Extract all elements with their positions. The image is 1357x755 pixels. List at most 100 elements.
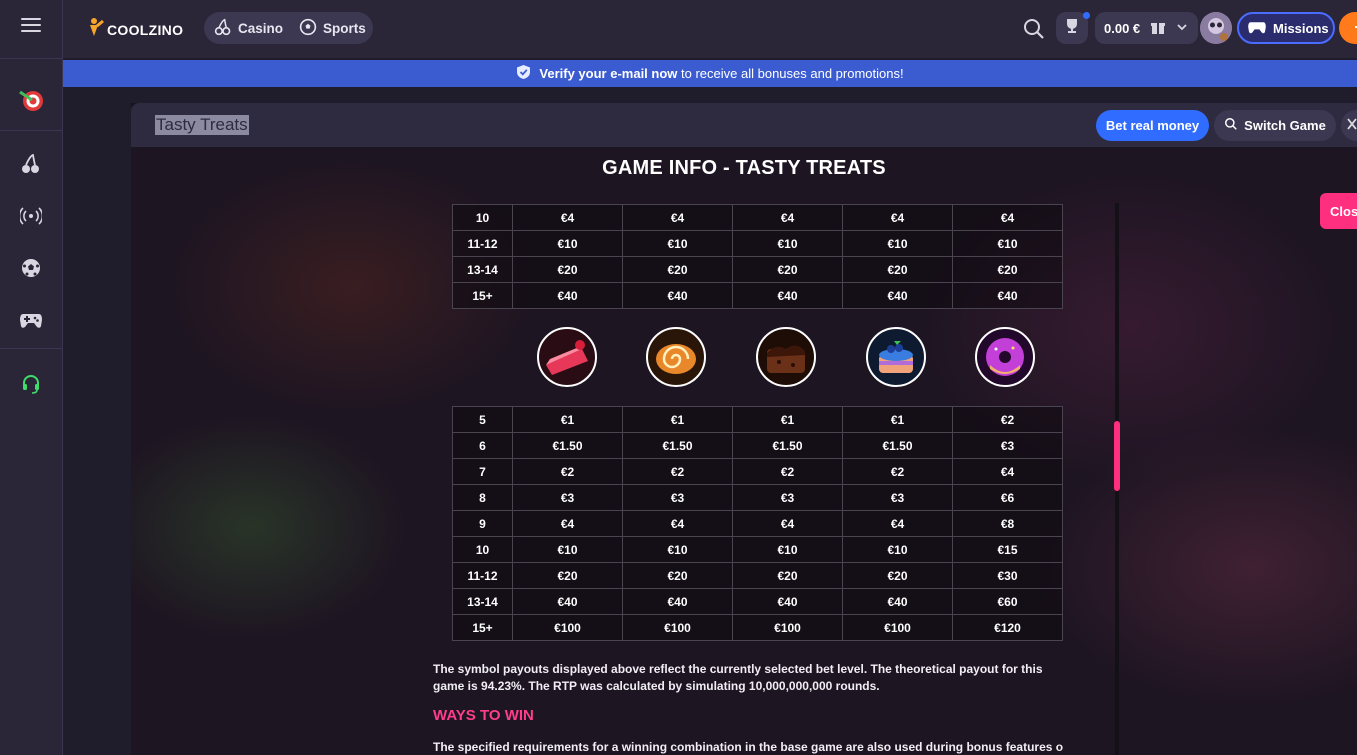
payout-cell: €4 xyxy=(732,204,843,231)
table-row: 11-12 €10 €10 €10 €10 €10 xyxy=(452,230,1063,257)
payout-cell: €20 xyxy=(732,256,843,283)
sidebar-divider xyxy=(0,348,63,349)
payout-cell: €10 xyxy=(732,230,843,257)
payout-cell: €3 xyxy=(732,484,843,511)
paytable-low: 5 €1 €1 €1 €1 €2 6 €1.50 €1.50 €1.50 €1.50 €3 7 €2 €2 €… xyxy=(452,406,1063,641)
soccer-ball-icon xyxy=(299,18,317,39)
payout-cell: €4 xyxy=(732,510,843,537)
verify-link[interactable]: Verify your e-mail now xyxy=(539,66,677,81)
payout-cell: €1.50 xyxy=(732,432,843,459)
payout-cell: €4 xyxy=(952,458,1063,485)
top-bar: COOLZINO Casino Sports 0.00 € Missions xyxy=(63,0,1357,58)
live-broadcast-icon[interactable] xyxy=(16,201,46,231)
blueberry-cake-icon xyxy=(865,327,926,387)
promotions-target-icon[interactable] xyxy=(16,85,46,115)
payout-cell: €2 xyxy=(842,458,953,485)
search-icon xyxy=(1224,117,1238,134)
payout-cell: €40 xyxy=(622,588,733,615)
support-headset-icon[interactable] xyxy=(16,369,46,399)
payout-cell: €4 xyxy=(622,204,733,231)
payout-cell: €20 xyxy=(842,256,953,283)
game-panel: Tasty Treats Bet real money Switch Game … xyxy=(131,103,1357,755)
nav-sports[interactable]: Sports xyxy=(299,18,366,39)
game-title: Tasty Treats xyxy=(155,115,249,135)
payout-cell: €40 xyxy=(842,282,953,309)
payout-cell: €4 xyxy=(842,510,953,537)
payout-cell: €20 xyxy=(512,562,623,589)
balance-amount: 0.00 € xyxy=(1104,20,1141,36)
close-info-button[interactable]: Clos xyxy=(1320,193,1357,229)
payout-cell: €2 xyxy=(622,458,733,485)
payout-cell: €40 xyxy=(842,588,953,615)
switch-game-button[interactable]: Switch Game xyxy=(1214,110,1336,141)
notification-dot xyxy=(1083,12,1090,19)
symbol-count-cell: 7 xyxy=(452,458,513,485)
payout-cell: €20 xyxy=(512,256,623,283)
payout-cell: €1.50 xyxy=(842,432,953,459)
game-info-heading: GAME INFO - TASTY TREATS xyxy=(602,157,886,179)
payout-cell: €4 xyxy=(512,510,623,537)
balance-button[interactable]: 0.00 € xyxy=(1095,12,1198,44)
payout-cell: €60 xyxy=(952,588,1063,615)
game-toolbar: Tasty Treats Bet real money Switch Game xyxy=(131,103,1357,147)
table-row: 13-14 €40 €40 €40 €40 €60 xyxy=(452,588,1063,615)
payout-cell: €2 xyxy=(732,458,843,485)
payout-cell: €40 xyxy=(512,588,623,615)
paytable-high: 10 €4 €4 €4 €4 €4 11-12 €10 €10 €10 €10 €10 13-14 €20… xyxy=(452,204,1063,309)
payout-cell: €1.50 xyxy=(512,432,623,459)
symbol-count-cell: 8 xyxy=(452,484,513,511)
brownie-icon xyxy=(755,327,816,387)
payout-cell: €40 xyxy=(732,588,843,615)
brand-logo[interactable]: COOLZINO xyxy=(87,17,183,42)
symbol-count-cell: 10 xyxy=(452,536,513,563)
payout-cell: €10 xyxy=(622,536,733,563)
bet-real-money-button[interactable]: Bet real money xyxy=(1096,110,1209,141)
verify-email-banner[interactable]: Verify your e-mail now to receive all bo… xyxy=(63,60,1357,87)
table-row: 13-14 €20 €20 €20 €20 €20 xyxy=(452,256,1063,283)
gift-icon xyxy=(1150,19,1166,38)
payout-cell: €6 xyxy=(952,484,1063,511)
symbol-count-cell: 11-12 xyxy=(452,562,513,589)
games-controller-icon[interactable] xyxy=(16,305,46,335)
cinnamon-roll-icon xyxy=(646,327,707,387)
missions-button[interactable]: Missions xyxy=(1237,12,1335,44)
cake-slice-icon xyxy=(536,327,597,387)
payout-cell: €1 xyxy=(842,406,953,433)
sidebar-divider xyxy=(0,130,63,131)
payout-cell: €30 xyxy=(952,562,1063,589)
symbol-count-cell: 13-14 xyxy=(452,256,513,283)
table-row: 6 €1.50 €1.50 €1.50 €1.50 €3 xyxy=(452,432,1063,459)
close-game-button[interactable] xyxy=(1341,110,1357,141)
payout-cell: €10 xyxy=(512,230,623,257)
search-icon[interactable] xyxy=(1022,17,1046,41)
nav-sports-label: Sports xyxy=(323,20,366,36)
payout-cell: €10 xyxy=(512,536,623,563)
payout-cell: €1 xyxy=(732,406,843,433)
ways-to-win-text: The specified requirements for a winning… xyxy=(433,740,1063,754)
nav-casino-label: Casino xyxy=(238,20,284,36)
payout-cell: €4 xyxy=(952,204,1063,231)
chevron-down-icon xyxy=(1176,21,1188,36)
nav-casino[interactable]: Casino xyxy=(214,18,283,39)
payout-cell: €40 xyxy=(622,282,733,309)
payout-cell: €8 xyxy=(952,510,1063,537)
payout-cell: €4 xyxy=(622,510,733,537)
ways-to-win-heading: WAYS TO WIN xyxy=(433,707,534,724)
trophy-button[interactable] xyxy=(1056,12,1090,44)
table-row: 15+ €100 €100 €100 €100 €120 xyxy=(452,614,1063,641)
menu-icon[interactable] xyxy=(21,18,41,32)
symbol-purple-donut xyxy=(950,327,1060,391)
payout-cell: €10 xyxy=(732,536,843,563)
scrollbar-thumb[interactable] xyxy=(1114,421,1120,491)
symbol-count-cell: 5 xyxy=(452,406,513,433)
symbol-strawberry-cake-slice xyxy=(512,327,622,391)
symbol-count-cell: 11-12 xyxy=(452,230,513,257)
payout-cell: €2 xyxy=(952,406,1063,433)
payout-cell: €20 xyxy=(622,562,733,589)
payout-cell: €10 xyxy=(842,536,953,563)
deposit-button[interactable] xyxy=(1339,12,1357,44)
casino-cherry-icon[interactable] xyxy=(16,149,46,179)
sports-ball-icon[interactable] xyxy=(16,253,46,283)
avatar[interactable] xyxy=(1200,12,1232,44)
payout-cell: €100 xyxy=(512,614,623,641)
